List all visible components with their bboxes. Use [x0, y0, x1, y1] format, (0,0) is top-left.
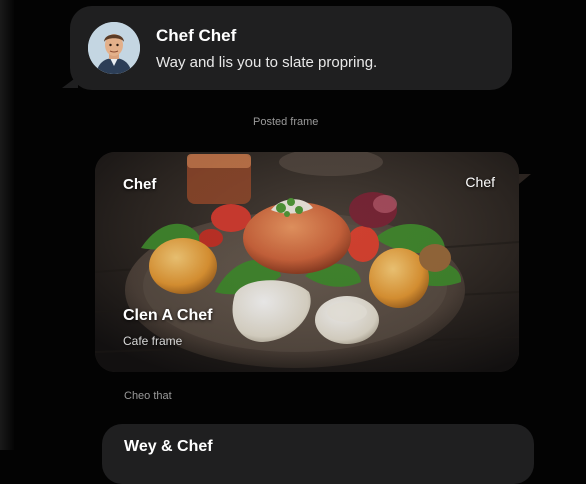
chef-avatar-icon[interactable]	[88, 22, 140, 74]
bubble-tail	[62, 76, 78, 88]
image-caption-title: Clen A Chef	[123, 307, 213, 324]
image-caption-subtitle: Cafe frame	[123, 334, 183, 348]
timestamp: Cheo that	[124, 390, 172, 402]
timestamp: Posted frame	[253, 116, 319, 128]
image-label-right: Chef	[465, 174, 495, 190]
bubble-tail	[519, 174, 531, 184]
image-label-left: Chef	[123, 176, 157, 193]
message-title: Wey & Chef	[124, 438, 213, 455]
chat-message-bubble[interactable]: Chef Chef Way and lis you to slate propr…	[62, 6, 512, 90]
image-message-bubble[interactable]: Chef Chef Clen A Chef Cafe frame	[95, 152, 519, 372]
window-edge	[0, 0, 14, 450]
chat-message-bubble[interactable]: Wey & Chef	[102, 424, 534, 484]
message-text: Way and lis you to slate propring.	[156, 54, 378, 71]
sender-name: Chef Chef	[156, 26, 237, 45]
